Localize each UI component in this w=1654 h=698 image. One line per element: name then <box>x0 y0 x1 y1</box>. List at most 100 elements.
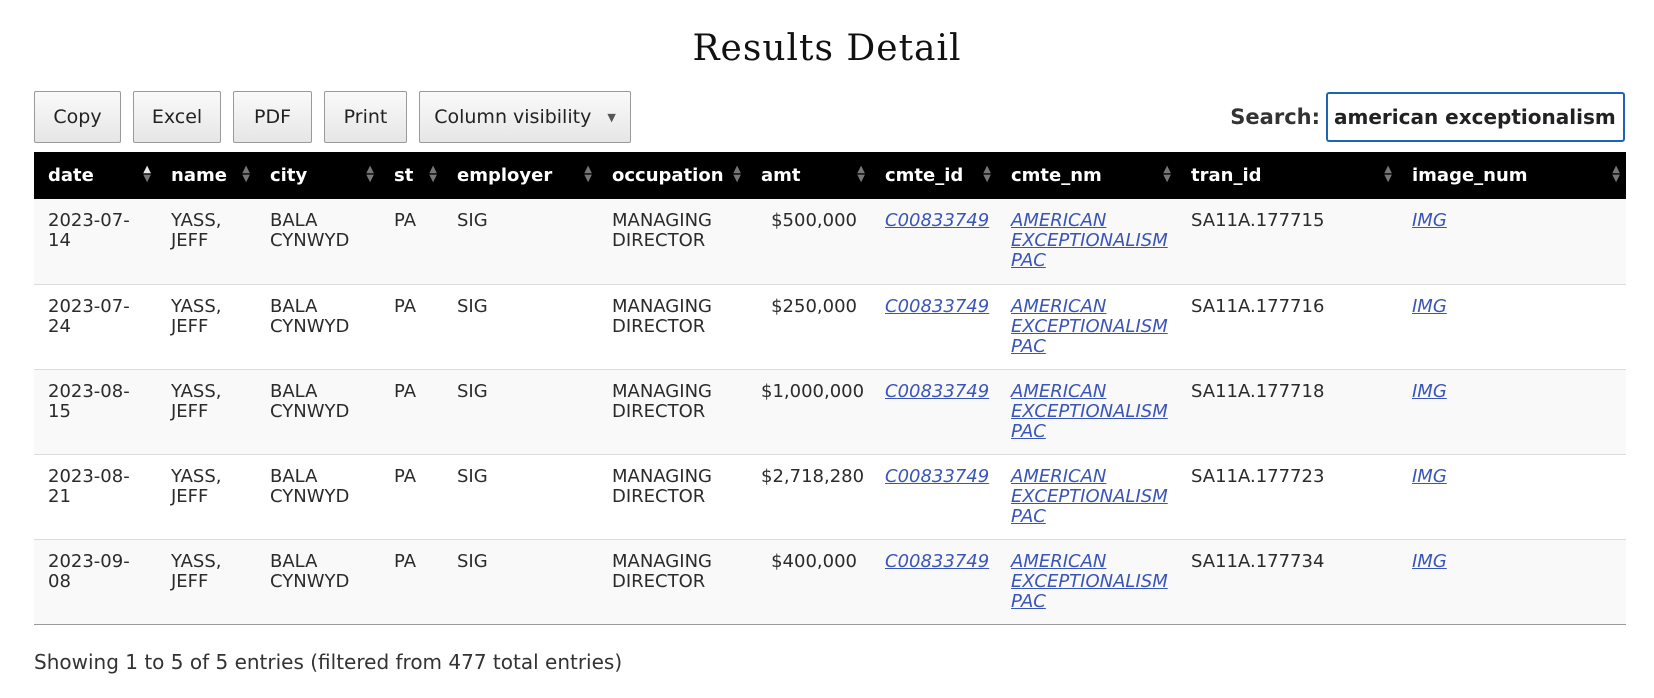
image-link[interactable]: IMG <box>1412 296 1447 317</box>
cell-cmte-nm: AMERICAN EXCEPTIONALISM PAC <box>997 454 1177 540</box>
image-link[interactable]: IMG <box>1412 466 1447 487</box>
cell-name: YASS, JEFF <box>157 454 256 540</box>
cmte-name-link[interactable]: AMERICAN EXCEPTIONALISM PAC <box>1011 210 1168 271</box>
search-box: Search: <box>1230 91 1625 143</box>
sort-icon: ▲ ▼ <box>143 164 151 184</box>
sort-icon: ▲ ▼ <box>733 164 741 184</box>
sort-icon: ▲ ▼ <box>1612 164 1620 184</box>
cell-amt: $250,000 <box>747 284 871 370</box>
sort-icon: ▲ ▼ <box>584 164 592 184</box>
column-header-date[interactable]: date ▲ ▼ <box>34 152 157 199</box>
cell-name: YASS, JEFF <box>157 284 256 370</box>
sort-icon: ▲ ▼ <box>983 164 991 184</box>
cell-tran-id: SA11A.177718 <box>1177 369 1398 455</box>
cell-name: YASS, JEFF <box>157 369 256 455</box>
cell-tran-id: SA11A.177715 <box>1177 199 1398 285</box>
column-header-label: st <box>394 165 414 186</box>
print-button[interactable]: Print <box>324 91 407 143</box>
table-row: 2023-08-15 YASS, JEFF BALA CYNWYD PA SIG MANA… <box>34 369 1626 455</box>
search-input[interactable] <box>1326 92 1625 142</box>
cell-amt: $500,000 <box>747 199 871 285</box>
column-header-employer[interactable]: employer ▲ ▼ <box>443 152 598 199</box>
export-toolbar: Copy Excel PDF Print Column visibility ▼ <box>34 91 631 143</box>
pdf-button[interactable]: PDF <box>233 91 312 143</box>
cell-date: 2023-07-14 <box>34 199 157 285</box>
cell-employer: SIG <box>443 539 598 625</box>
cmte-name-link[interactable]: AMERICAN EXCEPTIONALISM PAC <box>1011 551 1168 612</box>
cell-name: YASS, JEFF <box>157 539 256 625</box>
cell-image-num: IMG <box>1398 539 1626 625</box>
cell-st: PA <box>380 369 443 455</box>
cell-amt: $2,718,280 <box>747 454 871 540</box>
column-header-occupation[interactable]: occupation ▲ ▼ <box>598 152 747 199</box>
cell-date: 2023-08-15 <box>34 369 157 455</box>
table-body: 2023-07-14 YASS, JEFF BALA CYNWYD PA SIG MANA… <box>34 199 1626 625</box>
cmte-id-link[interactable]: C00833749 <box>885 466 989 487</box>
cell-st: PA <box>380 454 443 540</box>
cell-tran-id: SA11A.177723 <box>1177 454 1398 540</box>
cell-occupation: MANAGING DIRECTOR <box>598 539 747 625</box>
image-link[interactable]: IMG <box>1412 551 1447 572</box>
column-header-label: employer <box>457 165 553 186</box>
column-header-cmte-nm[interactable]: cmte_nm ▲ ▼ <box>997 152 1177 199</box>
cmte-name-link[interactable]: AMERICAN EXCEPTIONALISM PAC <box>1011 466 1168 527</box>
cell-cmte-id: C00833749 <box>871 284 997 370</box>
cell-employer: SIG <box>443 369 598 455</box>
cell-st: PA <box>380 539 443 625</box>
column-header-st[interactable]: st ▲ ▼ <box>380 152 443 199</box>
column-header-amt[interactable]: amt ▲ ▼ <box>747 152 871 199</box>
column-header-name[interactable]: name ▲ ▼ <box>157 152 256 199</box>
table-info: Showing 1 to 5 of 5 entries (filtered fr… <box>34 650 623 674</box>
cell-cmte-id: C00833749 <box>871 199 997 285</box>
column-header-cmte-id[interactable]: cmte_id ▲ ▼ <box>871 152 997 199</box>
cmte-id-link[interactable]: C00833749 <box>885 551 989 572</box>
sort-icon: ▲ ▼ <box>1384 164 1392 184</box>
column-header-label: date <box>48 165 94 186</box>
cell-employer: SIG <box>443 454 598 540</box>
cell-amt: $1,000,000 <box>747 369 871 455</box>
column-header-city[interactable]: city ▲ ▼ <box>256 152 380 199</box>
cell-tran-id: SA11A.177716 <box>1177 284 1398 370</box>
sort-icon: ▲ ▼ <box>1163 164 1171 184</box>
column-header-label: occupation <box>612 165 724 186</box>
table-row: 2023-09-08 YASS, JEFF BALA CYNWYD PA SIG MANA… <box>34 539 1626 625</box>
column-header-image-num[interactable]: image_num ▲ ▼ <box>1398 152 1626 199</box>
image-link[interactable]: IMG <box>1412 381 1447 402</box>
cmte-name-link[interactable]: AMERICAN EXCEPTIONALISM PAC <box>1011 296 1168 357</box>
sort-icon: ▲ ▼ <box>429 164 437 184</box>
column-header-label: cmte_nm <box>1011 165 1102 186</box>
page-title: Results Detail <box>692 28 962 69</box>
excel-button[interactable]: Excel <box>133 91 221 143</box>
cell-date: 2023-09-08 <box>34 539 157 625</box>
cell-date: 2023-08-21 <box>34 454 157 540</box>
column-header-label: name <box>171 165 227 186</box>
column-visibility-label: Column visibility <box>434 106 592 128</box>
column-header-label: image_num <box>1412 165 1528 186</box>
cell-st: PA <box>380 199 443 285</box>
cell-date: 2023-07-24 <box>34 284 157 370</box>
cell-image-num: IMG <box>1398 284 1626 370</box>
table-header-row: date ▲ ▼ name ▲ ▼ city ▲ ▼ st ▲ ▼ employer ▲ ▼ occupati… <box>34 152 1626 199</box>
image-link[interactable]: IMG <box>1412 210 1447 231</box>
cell-city: BALA CYNWYD <box>256 199 380 285</box>
table-row: 2023-08-21 YASS, JEFF BALA CYNWYD PA SIG MANA… <box>34 454 1626 540</box>
cell-tran-id: SA11A.177734 <box>1177 539 1398 625</box>
table-row: 2023-07-14 YASS, JEFF BALA CYNWYD PA SIG MANA… <box>34 199 1626 285</box>
cmte-name-link[interactable]: AMERICAN EXCEPTIONALISM PAC <box>1011 381 1168 442</box>
cell-occupation: MANAGING DIRECTOR <box>598 284 747 370</box>
cmte-id-link[interactable]: C00833749 <box>885 210 989 231</box>
sort-icon: ▲ ▼ <box>366 164 374 184</box>
cell-cmte-nm: AMERICAN EXCEPTIONALISM PAC <box>997 369 1177 455</box>
cell-occupation: MANAGING DIRECTOR <box>598 199 747 285</box>
column-visibility-button[interactable]: Column visibility ▼ <box>419 91 631 143</box>
column-header-label: city <box>270 165 308 186</box>
cell-cmte-id: C00833749 <box>871 454 997 540</box>
cmte-id-link[interactable]: C00833749 <box>885 381 989 402</box>
column-header-tran-id[interactable]: tran_id ▲ ▼ <box>1177 152 1398 199</box>
sort-icon: ▲ ▼ <box>242 164 250 184</box>
cell-occupation: MANAGING DIRECTOR <box>598 369 747 455</box>
copy-button[interactable]: Copy <box>34 91 121 143</box>
cell-city: BALA CYNWYD <box>256 454 380 540</box>
caret-down-icon: ▼ <box>607 110 616 124</box>
cmte-id-link[interactable]: C00833749 <box>885 296 989 317</box>
